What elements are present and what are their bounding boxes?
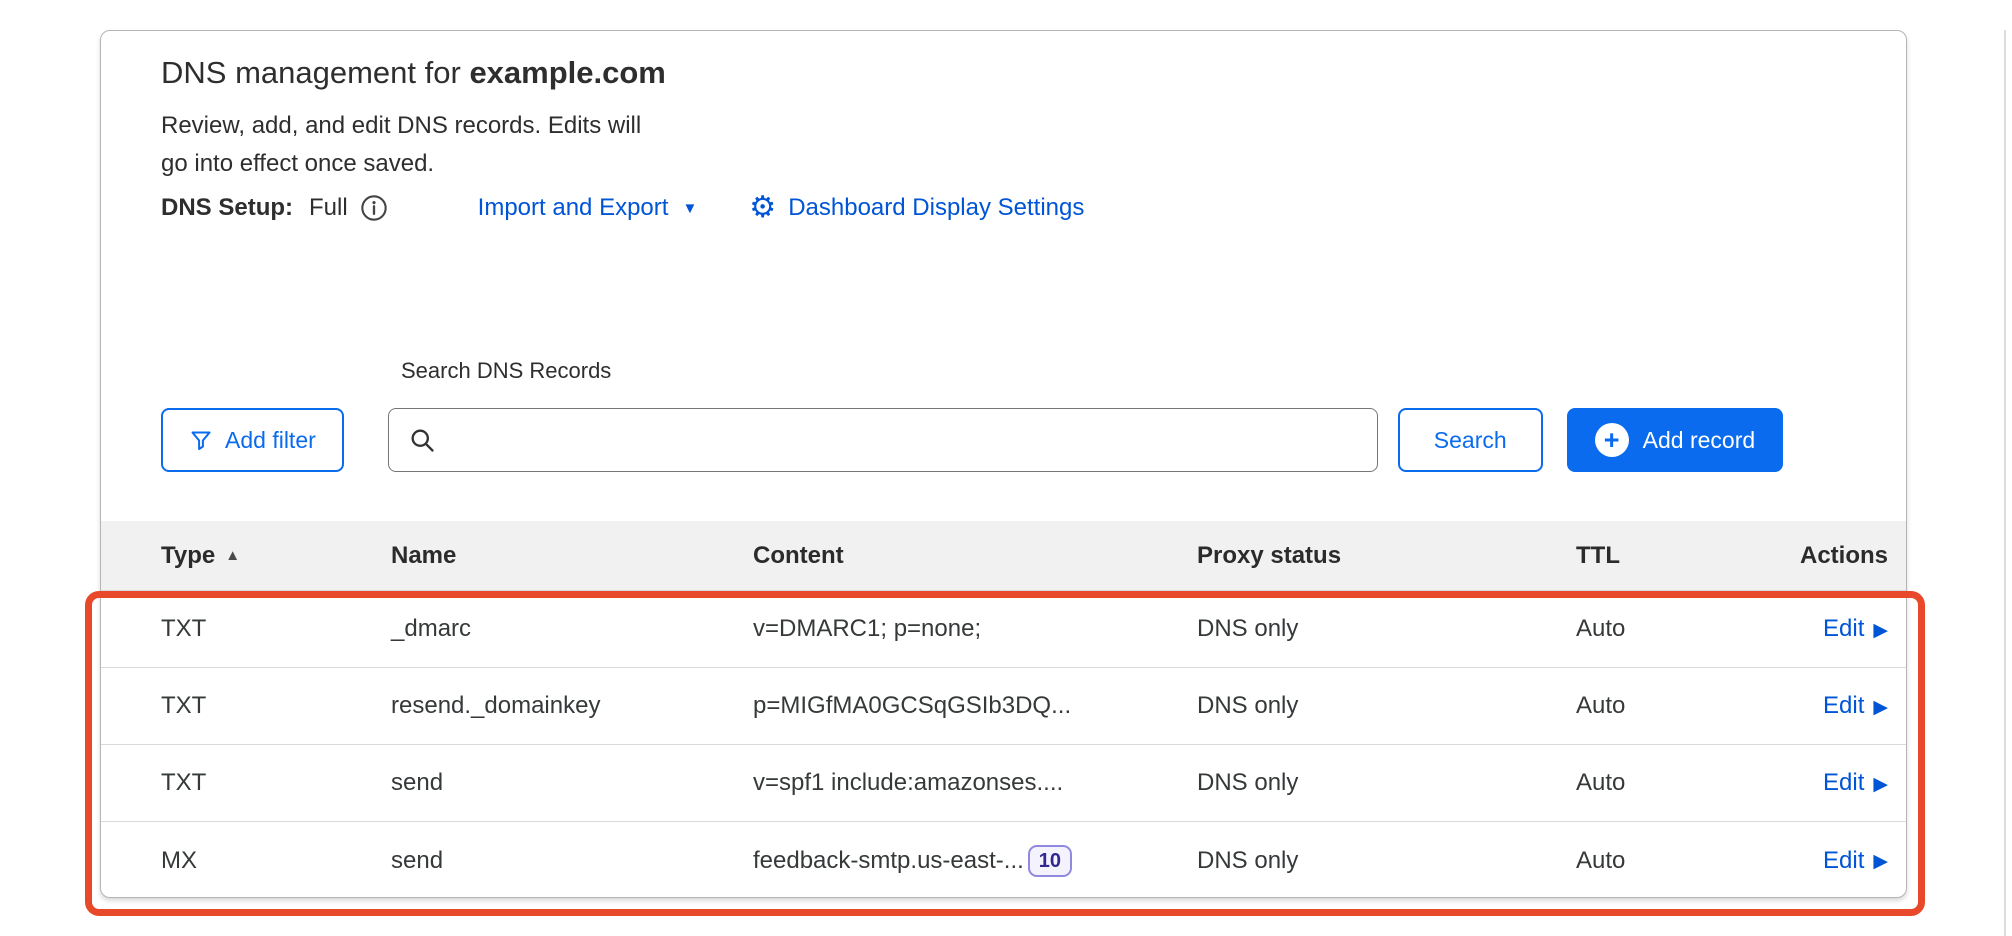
add-record-button[interactable]: + Add record (1567, 408, 1784, 472)
cell-proxy-status: DNS only (1197, 615, 1576, 643)
adjacent-panel-edge (2004, 30, 2006, 936)
page-description: Review, add, and edit DNS records. Edits… (161, 107, 641, 183)
table-row: TXT send v=spf1 include:amazonses.... DN… (101, 745, 1906, 822)
mx-priority-badge: 10 (1028, 845, 1072, 877)
edit-label: Edit (1823, 692, 1864, 720)
dns-setup-row: DNS Setup: Full Import and Export ▼ ⚙ Da… (161, 193, 1084, 223)
info-icon[interactable] (360, 194, 388, 222)
edit-record-link[interactable]: Edit ▶ (1823, 769, 1888, 797)
search-button[interactable]: Search (1398, 408, 1543, 472)
import-export-label: Import and Export (478, 194, 669, 222)
cell-name: _dmarc (391, 615, 753, 643)
filter-funnel-icon (189, 428, 213, 452)
cell-actions: Edit ▶ (1823, 769, 1888, 797)
cell-proxy-status: DNS only (1197, 847, 1576, 875)
gear-icon: ⚙ (749, 193, 776, 223)
edit-record-link[interactable]: Edit ▶ (1823, 692, 1888, 720)
cell-name: send (391, 847, 753, 875)
edit-label: Edit (1823, 615, 1864, 643)
import-export-link[interactable]: Import and Export ▼ (478, 194, 698, 222)
dns-management-card: DNS management for example.com Review, a… (100, 30, 1907, 898)
column-header-content: Content (753, 542, 1197, 570)
cell-proxy-status: DNS only (1197, 769, 1576, 797)
cell-type: TXT (161, 769, 391, 797)
page-title-domain: example.com (469, 55, 665, 90)
table-header-row: Type ▲ Name Content Proxy status TTL Act… (101, 521, 1906, 591)
cell-content: v=DMARC1; p=none; (753, 615, 1197, 643)
edit-arrow-icon: ▶ (1873, 621, 1888, 640)
plus-icon: + (1595, 423, 1629, 457)
page-title-prefix: DNS management for (161, 55, 461, 90)
cell-content: p=MIGfMA0GCSqGSIb3DQ... (753, 692, 1197, 720)
cell-ttl: Auto (1576, 692, 1763, 720)
edit-record-link[interactable]: Edit ▶ (1823, 615, 1888, 643)
cell-ttl: Auto (1576, 615, 1763, 643)
add-record-label: Add record (1643, 427, 1756, 454)
cell-type: TXT (161, 615, 391, 643)
table-row: TXT _dmarc v=DMARC1; p=none; DNS only Au… (101, 591, 1906, 668)
cell-proxy-status: DNS only (1197, 692, 1576, 720)
dns-setup-value: Full (309, 194, 348, 222)
cell-content-text: feedback-smtp.us-east-... (753, 847, 1024, 875)
table-row: MX send feedback-smtp.us-east-... 10 DNS… (101, 822, 1906, 898)
cell-type: MX (161, 847, 391, 875)
table-body: TXT _dmarc v=DMARC1; p=none; DNS only Au… (101, 591, 1906, 898)
column-header-name: Name (391, 542, 753, 570)
column-header-ttl: TTL (1576, 542, 1763, 570)
edit-label: Edit (1823, 847, 1864, 875)
cell-ttl: Auto (1576, 847, 1763, 875)
column-header-actions: Actions (1800, 542, 1888, 570)
add-filter-label: Add filter (225, 427, 316, 454)
edit-label: Edit (1823, 769, 1864, 797)
dashboard-display-settings-link[interactable]: ⚙ Dashboard Display Settings (749, 193, 1084, 223)
dns-management-page: DNS management for example.com Review, a… (0, 0, 2012, 936)
column-header-type[interactable]: Type ▲ (161, 542, 391, 570)
edit-arrow-icon: ▶ (1873, 852, 1888, 871)
chevron-down-icon: ▼ (682, 201, 697, 216)
table-row: TXT resend._domainkey p=MIGfMA0GCSqGSIb3… (101, 668, 1906, 745)
dns-setup-label: DNS Setup: (161, 194, 293, 222)
search-box (388, 408, 1378, 472)
cell-actions: Edit ▶ (1823, 615, 1888, 643)
add-filter-button[interactable]: Add filter (161, 408, 344, 472)
cell-content: v=spf1 include:amazonses.... (753, 769, 1197, 797)
edit-arrow-icon: ▶ (1873, 775, 1888, 794)
search-records-label: Search DNS Records (401, 358, 611, 384)
cell-type: TXT (161, 692, 391, 720)
dashboard-display-settings-label: Dashboard Display Settings (788, 194, 1084, 222)
column-header-proxy-status: Proxy status (1197, 542, 1576, 570)
page-title: DNS management for example.com (161, 55, 666, 91)
edit-arrow-icon: ▶ (1873, 698, 1888, 717)
sort-ascending-icon: ▲ (225, 547, 240, 564)
cell-name: resend._domainkey (391, 692, 753, 720)
search-input[interactable] (388, 408, 1378, 472)
cell-actions: Edit ▶ (1823, 692, 1888, 720)
column-header-type-label: Type (161, 542, 215, 570)
edit-record-link[interactable]: Edit ▶ (1823, 847, 1888, 875)
search-icon (408, 426, 436, 459)
cell-name: send (391, 769, 753, 797)
cell-actions: Edit ▶ (1823, 847, 1888, 875)
cell-content: feedback-smtp.us-east-... 10 (753, 845, 1197, 877)
controls-row: Add filter Search + Add record (161, 408, 1783, 472)
cell-ttl: Auto (1576, 769, 1763, 797)
